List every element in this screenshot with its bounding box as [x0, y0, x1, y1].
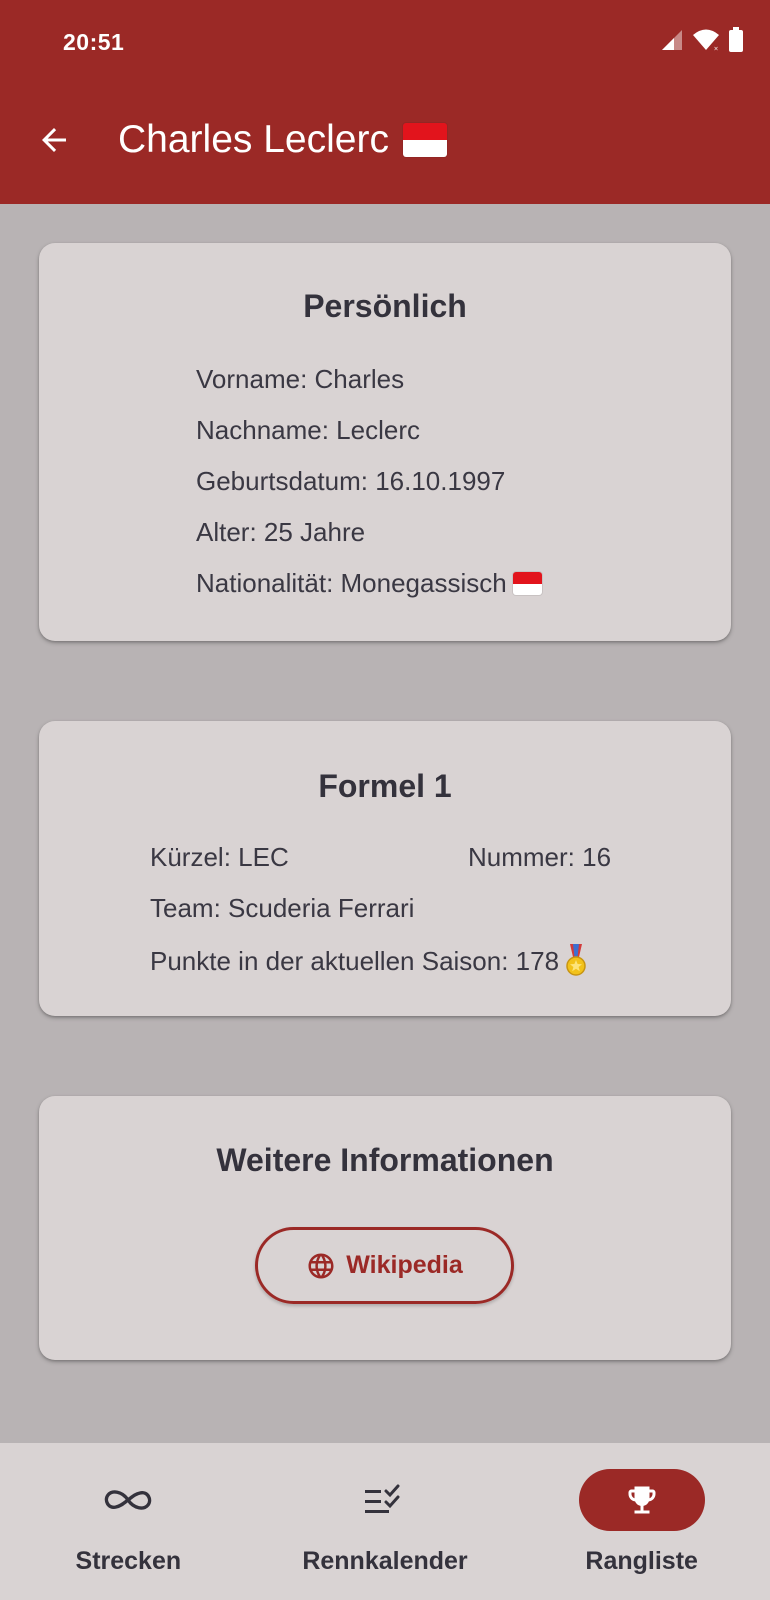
wifi-icon: × — [693, 29, 719, 53]
personal-heading: Persönlich — [303, 288, 467, 324]
battery-icon — [729, 27, 743, 52]
more-info-heading: Weitere Informationen — [216, 1142, 554, 1178]
nav-label-rennkalender: Rennkalender — [302, 1547, 468, 1575]
wikipedia-button[interactable]: Wikipedia — [255, 1227, 514, 1304]
formula1-card: Formel 1 Kürzel: LEC Nummer: 16 Team: Sc… — [39, 721, 731, 1016]
nav-icon-container — [322, 1469, 448, 1531]
team-name: Team: Scuderia Ferrari — [150, 893, 415, 923]
back-button[interactable] — [30, 116, 78, 164]
status-icons: × — [660, 26, 744, 54]
birthdate-row: Geburtsdatum: 16.10.1997 — [196, 466, 506, 496]
nationality-row: Nationalität: Monegassisch — [196, 568, 542, 619]
status-time: 20:51 — [63, 29, 125, 55]
personal-card: Persönlich Vorname: Charles Nachname: Le… — [39, 243, 731, 641]
season-points: Punkte in der aktuellen Saison: 178 — [150, 946, 560, 976]
nationality-text: Nationalität: Monegassisch — [196, 568, 507, 598]
more-info-card: Weitere Informationen Wikipedia — [39, 1096, 731, 1360]
signal-icon — [662, 30, 682, 50]
checklist-icon — [365, 1484, 400, 1513]
monaco-flag-icon — [402, 123, 447, 157]
driver-code: Kürzel: LEC — [150, 842, 289, 872]
infinity-icon — [105, 1490, 152, 1510]
globe-icon — [308, 1253, 334, 1278]
arrow-back-icon — [42, 128, 66, 152]
svg-text:×: × — [714, 46, 719, 53]
nav-label-rangliste: Rangliste — [585, 1547, 698, 1575]
formula1-heading: Formel 1 — [318, 768, 452, 804]
top-app-bar: 20:51 × Charles Leclerc — [0, 0, 770, 204]
page-title-text: Charles Leclerc — [118, 118, 389, 161]
nav-item-rangliste[interactable]: Rangliste — [513, 1443, 770, 1600]
nav-item-strecken[interactable]: Strecken — [0, 1443, 257, 1600]
last-name-row: Nachname: Leclerc — [196, 415, 420, 445]
first-name-row: Vorname: Charles — [196, 364, 405, 394]
season-points-row: Punkte in der aktuellen Saison: 178 — [150, 944, 587, 976]
nav-icon-container-active — [578, 1469, 705, 1531]
nav-item-rennkalender[interactable]: Rennkalender — [257, 1443, 514, 1600]
age-row: Alter: 25 Jahre — [196, 517, 366, 547]
trophy-icon — [628, 1486, 656, 1514]
page-title: Charles Leclerc — [118, 118, 447, 162]
app-root: 20:51 × Charles Leclerc Persönlich Vorna… — [0, 0, 770, 1600]
monaco-flag-icon — [512, 572, 542, 595]
wikipedia-button-label: Wikipedia — [346, 1251, 463, 1279]
medal-icon — [566, 944, 586, 976]
nav-label-strecken: Strecken — [75, 1547, 182, 1575]
bottom-navigation: Strecken Rennkalender Rangliste — [0, 1443, 770, 1600]
personal-list: Vorname: Charles Nachname: Leclerc Gebur… — [196, 364, 542, 619]
driver-number: Nummer: 16 — [468, 842, 612, 872]
nav-icon-container — [65, 1469, 191, 1531]
